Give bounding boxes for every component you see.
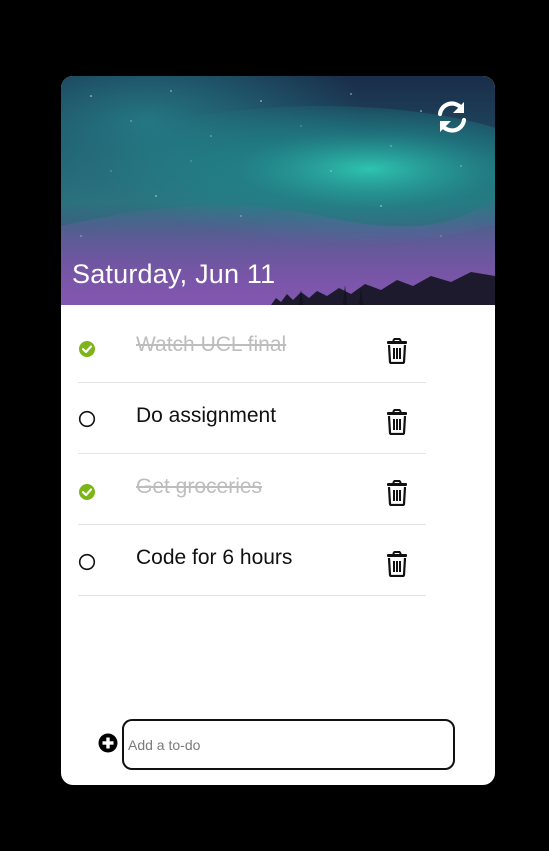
trash-icon[interactable] xyxy=(386,338,408,364)
header-banner: Saturday, Jun 11 xyxy=(61,76,495,305)
todo-list: Watch UCL final Do assignment Get grocer… xyxy=(78,312,426,596)
check-circle-done-icon[interactable] xyxy=(78,340,96,358)
circle-unchecked-icon[interactable] xyxy=(78,553,96,571)
todo-label: Get groceries xyxy=(136,475,263,498)
todo-label: Do assignment xyxy=(136,404,277,427)
refresh-icon[interactable] xyxy=(435,100,469,134)
check-circle-done-icon[interactable] xyxy=(78,483,96,501)
todo-item: Do assignment xyxy=(78,383,426,454)
plus-circle-icon[interactable] xyxy=(98,733,118,753)
trash-icon[interactable] xyxy=(386,480,408,506)
trash-icon[interactable] xyxy=(386,409,408,435)
add-todo-input[interactable] xyxy=(122,719,455,770)
todo-card: Saturday, Jun 11 Watch UCL final Do assi… xyxy=(61,76,495,785)
trash-icon[interactable] xyxy=(386,551,408,577)
todo-label: Code for 6 hours xyxy=(136,546,293,569)
todo-item: Get groceries xyxy=(78,454,426,525)
add-todo-form xyxy=(98,719,458,771)
todo-label: Watch UCL final xyxy=(136,333,287,356)
todo-item: Watch UCL final xyxy=(78,312,426,383)
date-heading: Saturday, Jun 11 xyxy=(72,259,276,289)
todo-item: Code for 6 hours xyxy=(78,525,426,596)
circle-unchecked-icon[interactable] xyxy=(78,410,96,428)
